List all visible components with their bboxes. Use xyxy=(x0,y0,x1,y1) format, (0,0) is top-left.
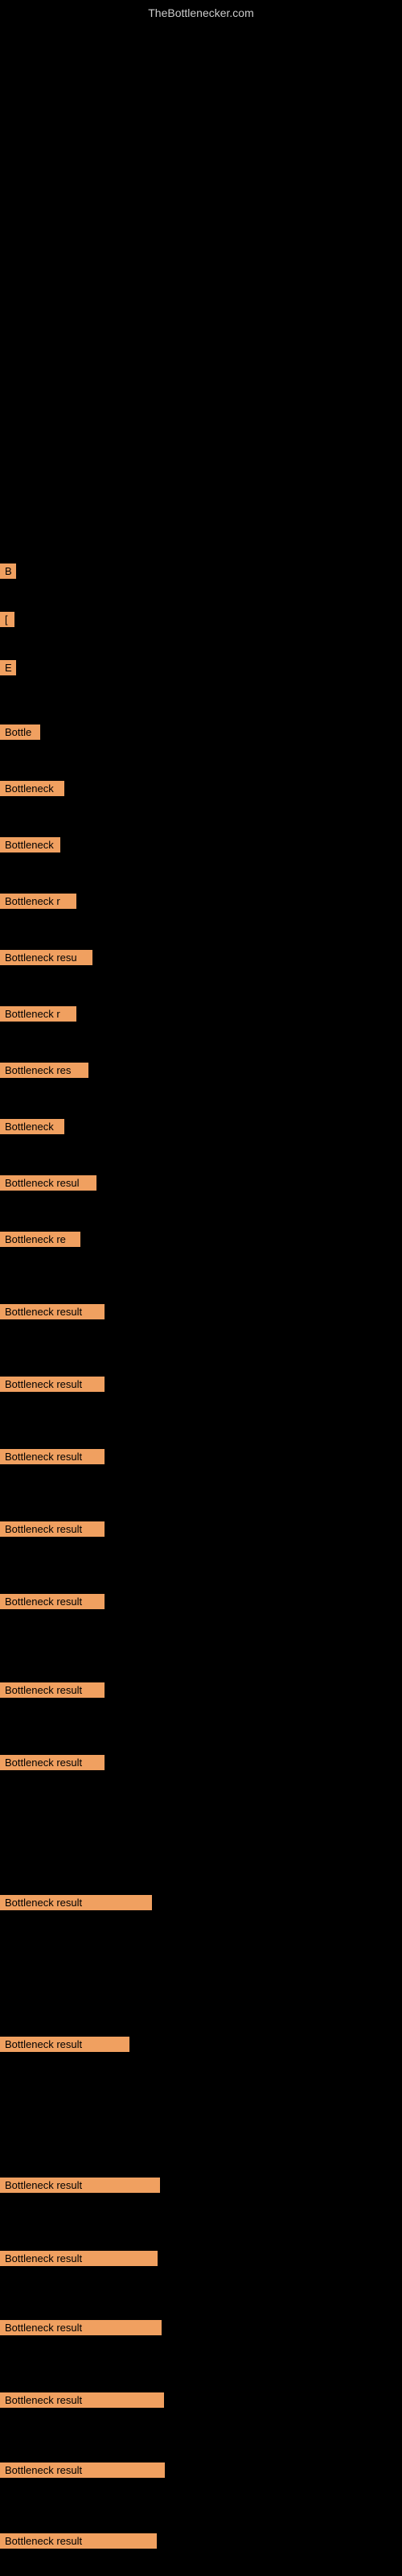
bottleneck-item: Bottleneck result xyxy=(0,1895,152,1910)
bottleneck-item: Bottle xyxy=(0,724,40,740)
bottleneck-item: Bottleneck result xyxy=(0,2251,158,2266)
bottleneck-item: [ xyxy=(0,612,14,627)
bottleneck-item: Bottleneck resul xyxy=(0,1175,96,1191)
bottleneck-item: Bottleneck result xyxy=(0,1521,105,1537)
bottleneck-item: Bottleneck result xyxy=(0,1755,105,1770)
bottleneck-item: Bottleneck re xyxy=(0,1232,80,1247)
bottleneck-item: Bottleneck xyxy=(0,781,64,796)
bottleneck-item: Bottleneck result xyxy=(0,1682,105,1698)
bottleneck-item: Bottleneck result xyxy=(0,2392,164,2408)
bottleneck-item: Bottleneck result xyxy=(0,1377,105,1392)
bottleneck-item: Bottleneck result xyxy=(0,2533,157,2549)
bottleneck-item: Bottleneck result xyxy=(0,2037,129,2052)
bottleneck-item: Bottleneck result xyxy=(0,1449,105,1464)
bottleneck-item: Bottleneck result xyxy=(0,2178,160,2193)
bottleneck-item: Bottleneck result xyxy=(0,1594,105,1609)
bottleneck-item: Bottleneck result xyxy=(0,2462,165,2478)
bottleneck-item: Bottleneck resu xyxy=(0,950,92,965)
bottleneck-item: Bottleneck xyxy=(0,1119,64,1134)
site-title: TheBottlenecker.com xyxy=(0,0,402,26)
bottleneck-item: Bottleneck res xyxy=(0,1063,88,1078)
bottleneck-item: E xyxy=(0,660,16,675)
bottleneck-item: Bottleneck result xyxy=(0,1304,105,1319)
bottleneck-item: Bottleneck r xyxy=(0,1006,76,1022)
bottleneck-item: Bottleneck r xyxy=(0,894,76,909)
bottleneck-item: Bottleneck result xyxy=(0,2320,162,2335)
bottleneck-item: Bottleneck xyxy=(0,837,60,852)
bottleneck-item: B xyxy=(0,564,16,579)
